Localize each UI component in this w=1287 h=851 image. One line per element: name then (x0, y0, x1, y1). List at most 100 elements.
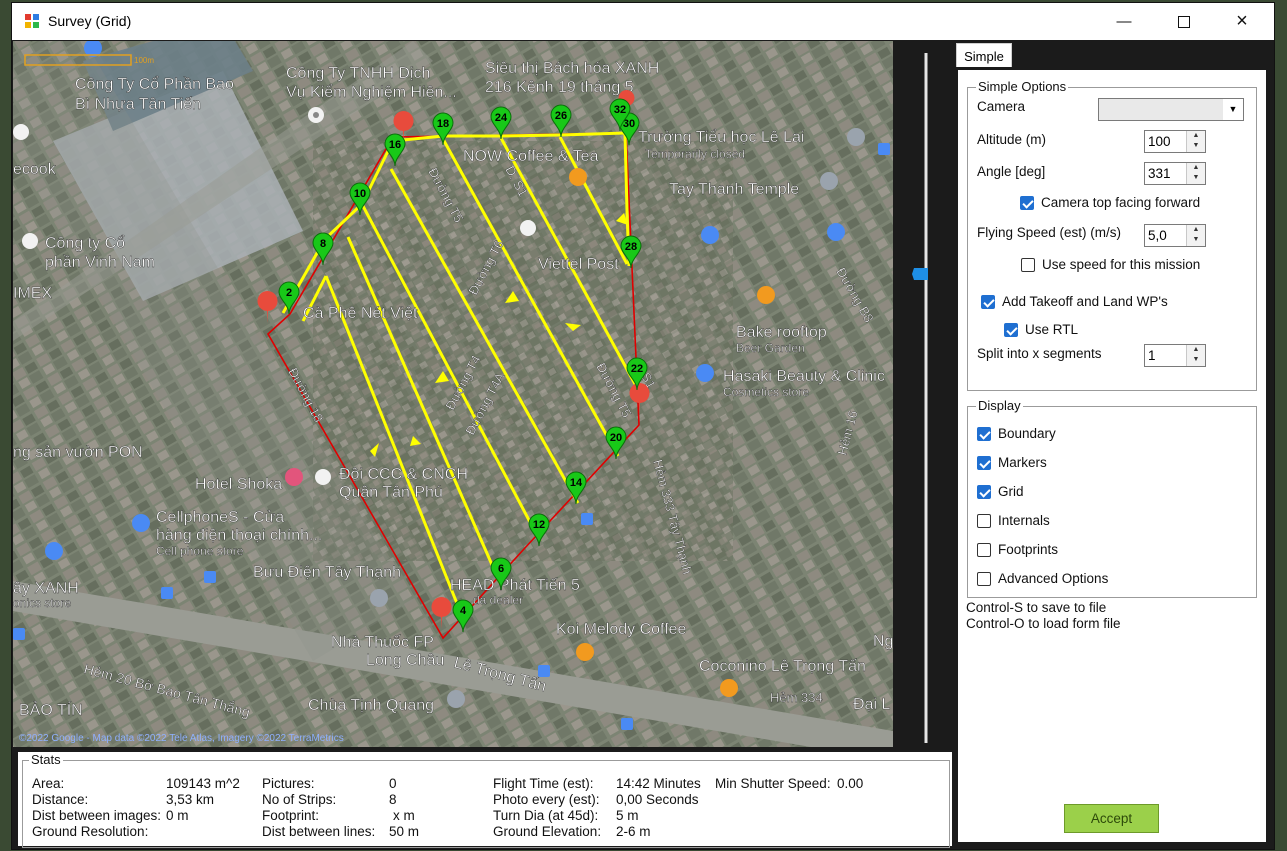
markers-label: Markers (998, 455, 1047, 470)
map-attribution: ©2022 Google - Map data ©2022 Tele Atlas… (19, 733, 344, 744)
svg-text:24: 24 (495, 112, 508, 124)
svg-text:2: 2 (286, 287, 292, 299)
map-label: Beer Garden (736, 341, 805, 355)
svg-text:100m: 100m (134, 56, 154, 65)
distance-value: 3,53 km (166, 792, 215, 807)
use-speed-checkbox[interactable] (1021, 258, 1035, 272)
angle-label: Angle [deg] (977, 164, 1046, 179)
map-label: IMEX (13, 285, 52, 302)
map-label: Bake rooftop (736, 324, 827, 341)
internals-checkbox[interactable] (977, 514, 991, 528)
display-title: Display (976, 398, 1023, 413)
svg-text:20: 20 (610, 432, 622, 444)
map-label: BẢO TÍN (19, 700, 83, 719)
svg-text:28: 28 (625, 241, 637, 253)
load-hint: Control-O to load form file (966, 616, 1121, 631)
map-label: Siêu thị Bách hóa XANH (485, 60, 659, 77)
speed-label: Flying Speed (est) (m/s) (977, 225, 1122, 240)
window-title: Survey (Grid) (48, 13, 132, 29)
grid-label: Grid (998, 484, 1024, 499)
simple-options-group: Simple Options Camera ▼ Altitude (m) 100… (967, 79, 1257, 391)
stepper-arrows[interactable]: ▲ ▼ (1186, 345, 1205, 366)
svg-text:4: 4 (460, 605, 467, 617)
footprint-label: Footprint: (262, 808, 320, 823)
map-label: Quận Tân Phú (339, 484, 443, 501)
save-hint: Control-S to save to file (966, 600, 1107, 615)
advanced-options-checkbox[interactable] (977, 572, 991, 586)
zoom-slider-thumb[interactable] (912, 268, 928, 280)
svg-text:6: 6 (498, 563, 504, 575)
svg-text:18: 18 (437, 118, 449, 130)
simple-options-title: Simple Options (976, 79, 1069, 94)
map-label: Chùa Tịnh Quang (308, 697, 434, 714)
map-label: Koi Melody Coffee (556, 621, 687, 638)
min-shutter-label: Min Shutter Speed: (715, 776, 831, 791)
map-label: Bưu Điện Tây Thạnh (253, 564, 401, 581)
camera-select[interactable]: ▼ (1098, 98, 1244, 121)
use-rtl-checkbox[interactable] (1004, 323, 1018, 337)
map-view[interactable]: Công Ty Cổ Phần Bao Bì Nhựa Tân Tiến Côn… (13, 41, 893, 747)
dist-images-value: 0 m (166, 808, 189, 823)
accept-button[interactable]: Accept (1064, 804, 1159, 833)
altitude-stepper[interactable]: 100 ▲ ▼ (1144, 130, 1206, 153)
tab-simple[interactable]: Simple (956, 43, 1012, 69)
altitude-label: Altitude (m) (977, 132, 1047, 147)
stepper-arrows[interactable]: ▲ ▼ (1186, 163, 1205, 184)
boundary-checkbox[interactable] (977, 427, 991, 441)
map-label: Viettel Post (538, 256, 619, 273)
map-label: Hẻm 334 (770, 690, 823, 705)
map-label: Vụ Kiểm Nghiệm Hiện... (286, 83, 457, 101)
map-label: Hasaki Beauty & Clinic (723, 368, 885, 385)
map-label: NOW Coffee & Tea (463, 148, 599, 165)
map-label: Công Ty Cổ Phần Bao (75, 75, 234, 93)
svg-text:16: 16 (389, 139, 401, 151)
takeoff-land-label: Add Takeoff and Land WP's (1002, 294, 1168, 309)
stepper-arrows[interactable]: ▲ ▼ (1186, 131, 1205, 152)
dist-lines-label: Dist between lines: (262, 824, 376, 839)
map-label: Cosmetics store (723, 385, 809, 399)
camera-top-checkbox[interactable] (1020, 196, 1034, 210)
map-label: Hotel Shoka (195, 476, 282, 493)
map-label: Coconino Lê Trọng Tấn (699, 658, 866, 675)
map-label: Đại L (853, 696, 890, 713)
altitude-value: 100 (1148, 134, 1171, 149)
boundary-label: Boundary (998, 426, 1056, 441)
minimize-button[interactable]: — (1095, 3, 1153, 40)
svg-text:12: 12 (533, 519, 545, 531)
zoom-slider[interactable] (912, 53, 928, 743)
dist-images-label: Dist between images: (32, 808, 162, 823)
photo-every-label: Photo every (est): (493, 792, 600, 807)
map-label: Temporarily closed (645, 147, 745, 161)
map-label: hàng điện thoại chính... (156, 527, 322, 544)
map-label: CellphoneS - Cửa (156, 509, 284, 526)
takeoff-land-checkbox[interactable] (981, 295, 995, 309)
footprints-checkbox[interactable] (977, 543, 991, 557)
pictures-value: 0 (389, 776, 397, 791)
photo-every-value: 0,00 Seconds (616, 792, 699, 807)
map-label: Tay Thanh Temple (669, 181, 799, 198)
map-label: Nhà Thuốc FP (331, 634, 434, 651)
survey-window: Survey (Grid) — × Công Ty Cổ Phần Bao Bì… (12, 3, 1274, 849)
advanced-options-label: Advanced Options (998, 571, 1109, 586)
angle-stepper[interactable]: 331 ▲ ▼ (1144, 162, 1206, 185)
svg-text:32: 32 (614, 104, 626, 116)
distance-label: Distance: (32, 792, 89, 807)
grid-checkbox[interactable] (977, 485, 991, 499)
chevron-down-icon[interactable]: ▼ (1223, 99, 1243, 120)
split-stepper[interactable]: 1 ▲ ▼ (1144, 344, 1206, 367)
stats-panel: Stats Area: 109143 m^2 Distance: 3,53 km… (15, 749, 955, 849)
stepper-arrows[interactable]: ▲ ▼ (1186, 225, 1205, 246)
ground-elev-label: Ground Elevation: (493, 824, 602, 839)
split-label: Split into x segments (977, 346, 1102, 361)
speed-stepper[interactable]: 5,0 ▲ ▼ (1144, 224, 1206, 247)
close-button[interactable]: × (1213, 3, 1271, 40)
maximize-button[interactable] (1155, 3, 1213, 40)
map-canvas[interactable]: Công Ty Cổ Phần Bao Bì Nhựa Tân Tiến Côn… (13, 41, 893, 747)
markers-checkbox[interactable] (977, 456, 991, 470)
map-label: ây XANH (13, 580, 79, 597)
map-label: Đội CCC & CNCH (339, 466, 468, 483)
flight-time-value: 14:42 Minutes (616, 776, 701, 791)
pictures-label: Pictures: (262, 776, 315, 791)
svg-text:26: 26 (555, 110, 567, 122)
map-label: Cà Phê Nét Việt (303, 305, 418, 322)
